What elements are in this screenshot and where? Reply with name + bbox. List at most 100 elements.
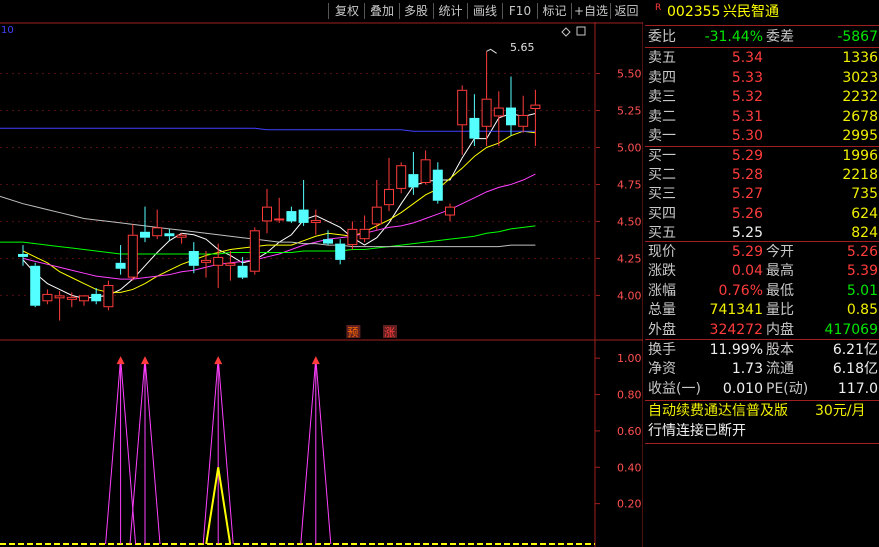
candle [79, 295, 89, 306]
promo-row[interactable]: 自动续费通达信普及版 30元/月 [645, 401, 879, 421]
ma20-line [22, 173, 536, 280]
stat-value: 417069 [824, 321, 878, 338]
high-price-marker: 5.65 [510, 41, 535, 54]
chart-frame: 5.50 5.25 5.00 4.75 4.50 4.25 4.00 1.00 0.80 0.60… [0, 22, 643, 547]
r-badge: R [655, 3, 662, 13]
weicha-label: 委差 [766, 29, 794, 45]
stat-row: 涨幅 0.76% 最低 5.01 [645, 281, 879, 301]
arrow-up-icon [311, 356, 320, 365]
f10-button[interactable]: F10 [503, 2, 537, 20]
order-volume: 824 [851, 224, 878, 241]
stat-value: 324272 [709, 321, 763, 338]
candle [457, 85, 468, 155]
promo-price[interactable]: 30元/月 [815, 401, 866, 421]
stat-row: 外盘 324272 内盘 417069 [645, 320, 879, 340]
order-level-label: 买五 [648, 224, 676, 241]
signal-marker: 涨 [383, 325, 397, 339]
draw-line-button[interactable]: 画线 [468, 2, 502, 20]
mark-button[interactable]: 标记 [538, 2, 571, 20]
order-price: 5.32 [731, 89, 763, 106]
quote-panel: R 002355 兴民智通 委比 -31.44% 委差 -5867 卖五 5.34… [645, 0, 879, 547]
stat-label: 涨跌 [648, 263, 676, 280]
overlay-button[interactable]: 叠加 [365, 2, 399, 20]
order-price: 5.29 [731, 148, 763, 164]
sell-order-row: 卖五 5.34 1336 [645, 48, 879, 68]
candle [371, 180, 382, 231]
candle [347, 221, 358, 250]
candle [54, 290, 65, 321]
fund-row: 净资 1.73 流通 6.18亿 [645, 359, 879, 379]
sell-order-row: 卖三 5.32 2232 [645, 87, 879, 107]
candle [66, 292, 77, 308]
candle [103, 280, 114, 311]
buy-order-row: 买四 5.26 624 [645, 204, 879, 224]
order-volume: 2218 [842, 167, 878, 184]
candle [18, 245, 28, 266]
chart-toolbar: 复权 叠加 多股 统计 画线 F10 标记 +自选 返回 [0, 0, 643, 22]
ma250-line [0, 127, 536, 132]
order-price: 5.27 [731, 186, 763, 203]
y-tick-label: 4.25 [617, 252, 642, 265]
fund-value: 11.99% [709, 342, 763, 358]
candlestick-series: 预涨 [18, 48, 541, 339]
indicator-signal [129, 356, 161, 545]
order-volume: 1336 [842, 50, 878, 66]
stock-name: 兴民智通 [723, 4, 779, 20]
order-price: 5.26 [731, 205, 763, 222]
fund-value: 0.010 [722, 380, 763, 397]
stat-value: 0.76% [718, 282, 763, 299]
candle [396, 162, 407, 194]
candle [30, 262, 41, 308]
buy-order-row: 买五 5.25 824 [645, 223, 879, 243]
stat-value: 5.29 [731, 244, 763, 260]
stat-label: 量比 [766, 302, 794, 319]
y-tick-label: 0.80 [617, 389, 642, 402]
candle [506, 76, 516, 136]
fund-value: 6.21亿 [832, 342, 878, 358]
order-volume: 624 [851, 205, 878, 222]
stat-value: 741341 [709, 302, 763, 319]
promo-text[interactable]: 自动续费通达信普及版 [648, 401, 788, 421]
signal-marker: 预 [346, 325, 361, 339]
kline-chart[interactable]: 5.50 5.25 5.00 4.75 4.50 4.25 4.00 1.00 0.80 0.60… [0, 22, 643, 547]
multi-stock-button[interactable]: 多股 [400, 2, 432, 20]
candle [432, 162, 443, 204]
order-level-label: 卖五 [648, 50, 676, 66]
ma60-line [0, 225, 536, 255]
diamond-icon[interactable] [561, 27, 571, 37]
stat-label: 现价 [648, 244, 676, 260]
candle [359, 215, 370, 243]
order-level-label: 卖三 [648, 89, 676, 106]
fund-value: 6.18亿 [832, 361, 878, 378]
statistics-button[interactable]: 统计 [434, 2, 467, 20]
order-volume: 3023 [842, 69, 878, 86]
back-button[interactable]: 返回 [611, 2, 642, 20]
candle [140, 206, 150, 243]
y-tick-label: 1.00 [617, 352, 642, 365]
chart-corner-label: 10 [1, 25, 14, 36]
y-tick-label: 4.50 [617, 215, 642, 228]
buy-order-row: 买一 5.29 1996 [645, 146, 879, 166]
order-price: 5.34 [731, 50, 763, 66]
weicha-value: -5867 [837, 29, 878, 45]
fund-row: 收益(一) 0.010 PE(动) 117.0 [645, 379, 879, 399]
indicator-series [0, 356, 595, 545]
candle [530, 89, 541, 147]
stat-value: 0.04 [731, 263, 763, 280]
square-icon[interactable] [576, 26, 586, 36]
add-watchlist-button[interactable]: +自选 [572, 2, 610, 20]
buy-order-row: 买二 5.28 2218 [645, 165, 879, 185]
y-tick-label: 5.50 [617, 68, 642, 81]
order-volume: 1996 [842, 148, 878, 164]
candle [481, 51, 492, 147]
y-tick-label: 5.25 [617, 105, 642, 118]
order-price: 5.33 [731, 69, 763, 86]
candle [335, 239, 346, 265]
order-price: 5.28 [731, 167, 763, 184]
fuquan-button[interactable]: 复权 [330, 2, 364, 20]
signal-marker-label: 涨 [384, 326, 395, 339]
candle [262, 188, 272, 234]
order-volume: 2995 [842, 128, 878, 145]
candle [127, 224, 138, 281]
divider [645, 25, 879, 26]
